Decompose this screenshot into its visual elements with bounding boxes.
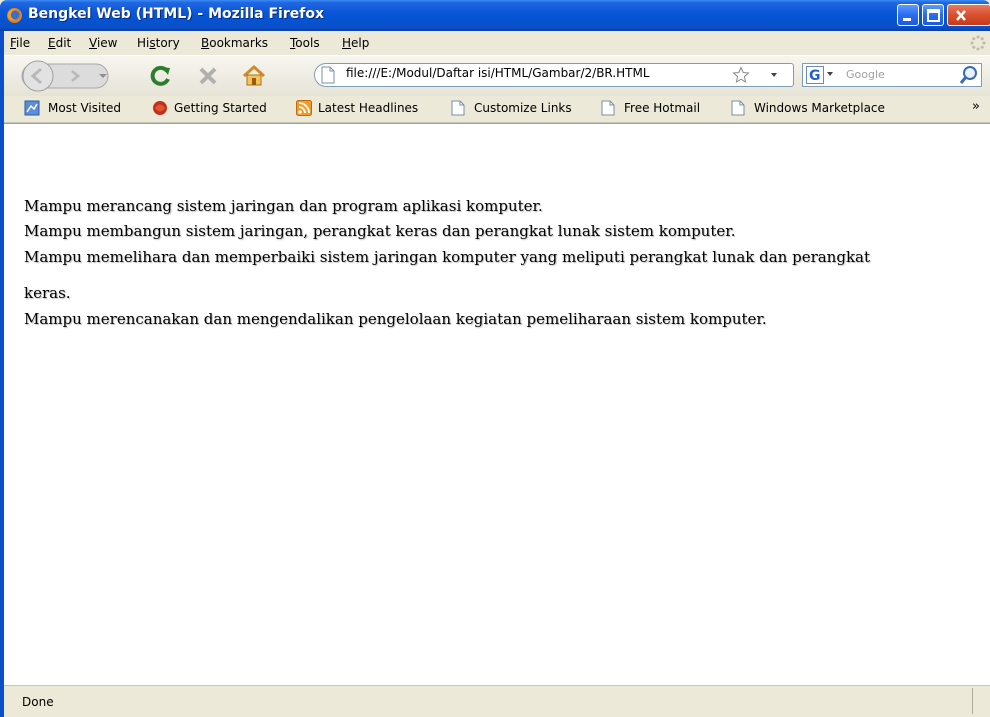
url-text[interactable]: file:///E:/Modul/Daftar isi/HTML/Gambar/… <box>346 66 650 80</box>
getting-started-icon <box>153 101 167 115</box>
page-icon <box>601 100 615 116</box>
home-icon[interactable] <box>242 64 266 88</box>
menu-bookmarks-accel: B <box>201 36 210 50</box>
google-icon[interactable]: G <box>806 66 826 84</box>
reload-icon[interactable] <box>149 64 173 88</box>
menu-view-accel: V <box>89 36 97 50</box>
content-line-3: Mampu memelihara dan memperbaiki sistem … <box>24 248 871 266</box>
menu-bookmarks[interactable]: Bookmarks <box>201 36 268 50</box>
bookmark-most-visited[interactable]: Most Visited <box>48 101 121 115</box>
menu-history-pre: Hi <box>137 36 150 50</box>
search-icon[interactable] <box>958 64 980 86</box>
browser-window: Bengkel Web (HTML) - Mozilla Firefox Fil… <box>0 0 990 717</box>
navigation-toolbar: file:///E:/Modul/Daftar isi/HTML/Gambar/… <box>4 55 990 97</box>
menu-view[interactable]: View <box>89 36 117 50</box>
status-divider <box>972 688 973 714</box>
back-button[interactable] <box>20 60 56 92</box>
minimize-icon <box>903 18 911 21</box>
menu-history[interactable]: History <box>137 36 180 50</box>
menu-edit-label: dit <box>55 36 72 50</box>
bookmark-latest-headlines[interactable]: Latest Headlines <box>318 101 418 115</box>
bookmark-windows-marketplace[interactable]: Windows Marketplace <box>754 101 885 115</box>
content-line-2: Mampu membangun sistem jaringan, perangk… <box>24 222 736 240</box>
history-dropdown-button[interactable] <box>82 64 112 88</box>
title-bar[interactable]: Bengkel Web (HTML) - Mozilla Firefox <box>0 0 990 31</box>
most-visited-icon <box>24 100 40 116</box>
star-icon[interactable] <box>732 66 750 84</box>
window-title: Bengkel Web (HTML) - Mozilla Firefox <box>28 6 324 22</box>
maximize-icon <box>927 9 940 22</box>
content-line-5: Mampu merencanakan dan mengendalikan pen… <box>24 310 767 328</box>
close-button[interactable] <box>947 4 990 26</box>
page-icon <box>731 100 745 116</box>
menu-bar: File Edit View History Bookmarks Tools H… <box>4 31 990 55</box>
content-line-1: Mampu merancang sistem jaringan dan prog… <box>24 197 543 215</box>
menu-edit[interactable]: Edit <box>48 36 71 50</box>
menu-bookmarks-label: ookmarks <box>209 36 269 50</box>
maximize-button[interactable] <box>922 4 944 26</box>
search-placeholder[interactable]: Google <box>846 68 885 81</box>
rss-icon <box>296 100 312 116</box>
svg-text:G: G <box>809 68 821 84</box>
engine-dropdown-icon[interactable] <box>826 70 834 78</box>
status-bar: Done <box>4 685 990 717</box>
menu-view-label: iew <box>96 36 118 50</box>
bookmark-free-hotmail[interactable]: Free Hotmail <box>624 101 700 115</box>
menu-tools[interactable]: Tools <box>290 36 320 50</box>
bookmark-getting-started[interactable]: Getting Started <box>174 101 267 115</box>
menu-history-label: tory <box>155 36 180 50</box>
menu-help-accel: H <box>342 36 352 50</box>
page-icon <box>451 100 465 116</box>
menu-file-label: ile <box>16 36 31 50</box>
forward-button[interactable] <box>56 64 82 88</box>
page-content: Mampu merancang sistem jaringan dan prog… <box>4 123 990 685</box>
stop-icon[interactable] <box>196 64 220 88</box>
menu-file[interactable]: File <box>10 36 30 50</box>
url-dropdown-icon[interactable] <box>769 70 779 80</box>
close-icon <box>956 10 966 21</box>
menu-help-label: elp <box>351 36 370 50</box>
bookmark-customize-links[interactable]: Customize Links <box>474 101 572 115</box>
firefox-icon <box>7 8 22 23</box>
bookmarks-overflow-chevron[interactable]: » <box>972 99 980 114</box>
minimize-button[interactable] <box>897 4 919 26</box>
menu-edit-accel: E <box>48 36 56 50</box>
status-text: Done <box>22 695 54 709</box>
bookmarks-toolbar: Most Visited Getting Started Latest Head… <box>4 96 990 123</box>
menu-tools-label: ools <box>295 36 320 50</box>
page-icon <box>321 66 335 84</box>
menu-help[interactable]: Help <box>342 36 369 50</box>
throbber-icon <box>970 35 986 51</box>
content-line-4: keras. <box>24 284 71 302</box>
